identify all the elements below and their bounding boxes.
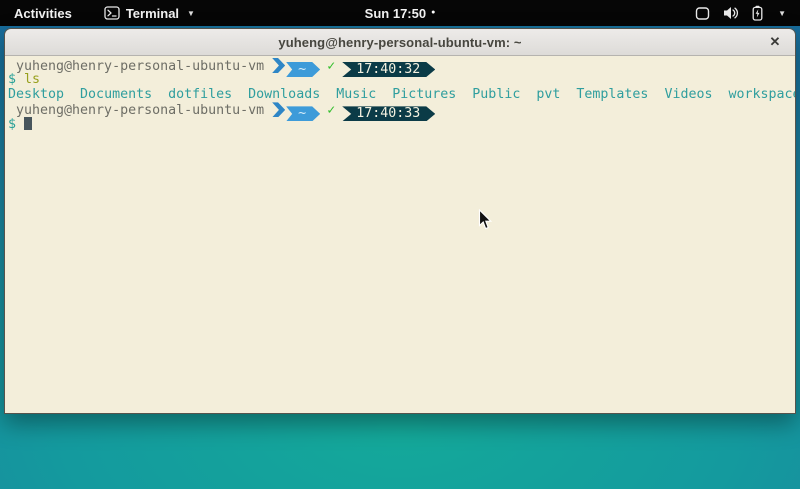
clock-button[interactable]: Sun 17:50 ● [355, 0, 446, 26]
prompt-dollar: $ [8, 72, 16, 87]
notification-dot: ● [431, 9, 435, 16]
clock-label: Sun 17:50 [365, 6, 426, 21]
activities-label: Activities [14, 6, 72, 21]
powerline-chevron-icon [272, 102, 285, 117]
terminal-icon [104, 5, 120, 21]
dir-name: Videos [664, 87, 712, 102]
system-menu-button[interactable]: ▼ [681, 0, 800, 26]
volume-icon [723, 6, 739, 20]
chevron-down-icon: ▼ [187, 9, 195, 18]
dir-name: Public [472, 87, 520, 102]
check-icon: ✓ [327, 59, 335, 74]
prompt-time-segment: 17:40:32 [342, 62, 435, 77]
terminal-window: yuheng@henry-personal-ubuntu-vm: ~ ✕ yuh… [4, 28, 796, 414]
app-menu-label: Terminal [126, 6, 179, 21]
dir-name: Desktop [8, 87, 64, 102]
check-icon: ✓ [327, 103, 335, 118]
prompt-user-host: yuheng@henry-personal-ubuntu-vm [16, 103, 264, 118]
battery-charging-icon [752, 5, 763, 21]
dir-name: dotfiles [168, 87, 232, 102]
dir-name: Downloads [248, 87, 320, 102]
prompt-time-segment: 17:40:33 [342, 106, 435, 121]
dir-name: workspace [728, 87, 796, 102]
ls-output-line: Desktop Documents dotfiles Downloads Music Pi… [8, 88, 792, 103]
top-bar-left: Activities Terminal ▼ [0, 0, 201, 26]
dir-name: pvt [536, 87, 560, 102]
top-bar: Activities Terminal ▼ Sun 17:50 ● [0, 0, 800, 26]
dir-name: Music [336, 87, 376, 102]
window-title: yuheng@henry-personal-ubuntu-vm: ~ [278, 35, 521, 50]
display-icon [695, 6, 710, 21]
close-icon: ✕ [770, 34, 781, 50]
prompt-line-1: yuheng@henry-personal-ubuntu-vm~✓17:40:3… [8, 58, 792, 73]
powerline-chevron-icon [272, 58, 285, 73]
prompt-dollar: $ [8, 117, 16, 132]
dir-name: Pictures [392, 87, 456, 102]
chevron-down-icon: ▼ [778, 9, 786, 18]
window-titlebar[interactable]: yuheng@henry-personal-ubuntu-vm: ~ ✕ [5, 29, 795, 56]
prompt-user-host: yuheng@henry-personal-ubuntu-vm [16, 59, 264, 74]
app-menu-button[interactable]: Terminal ▼ [98, 0, 201, 26]
dir-name: Templates [576, 87, 648, 102]
terminal-content[interactable]: yuheng@henry-personal-ubuntu-vm~✓17:40:3… [5, 56, 795, 413]
prompt-line-2: yuheng@henry-personal-ubuntu-vm~✓17:40:3… [8, 102, 792, 117]
typed-command: ls [24, 72, 40, 87]
close-button[interactable]: ✕ [765, 32, 785, 52]
dir-name: Documents [80, 87, 152, 102]
terminal-cursor [24, 117, 32, 130]
activities-button[interactable]: Activities [0, 0, 86, 26]
